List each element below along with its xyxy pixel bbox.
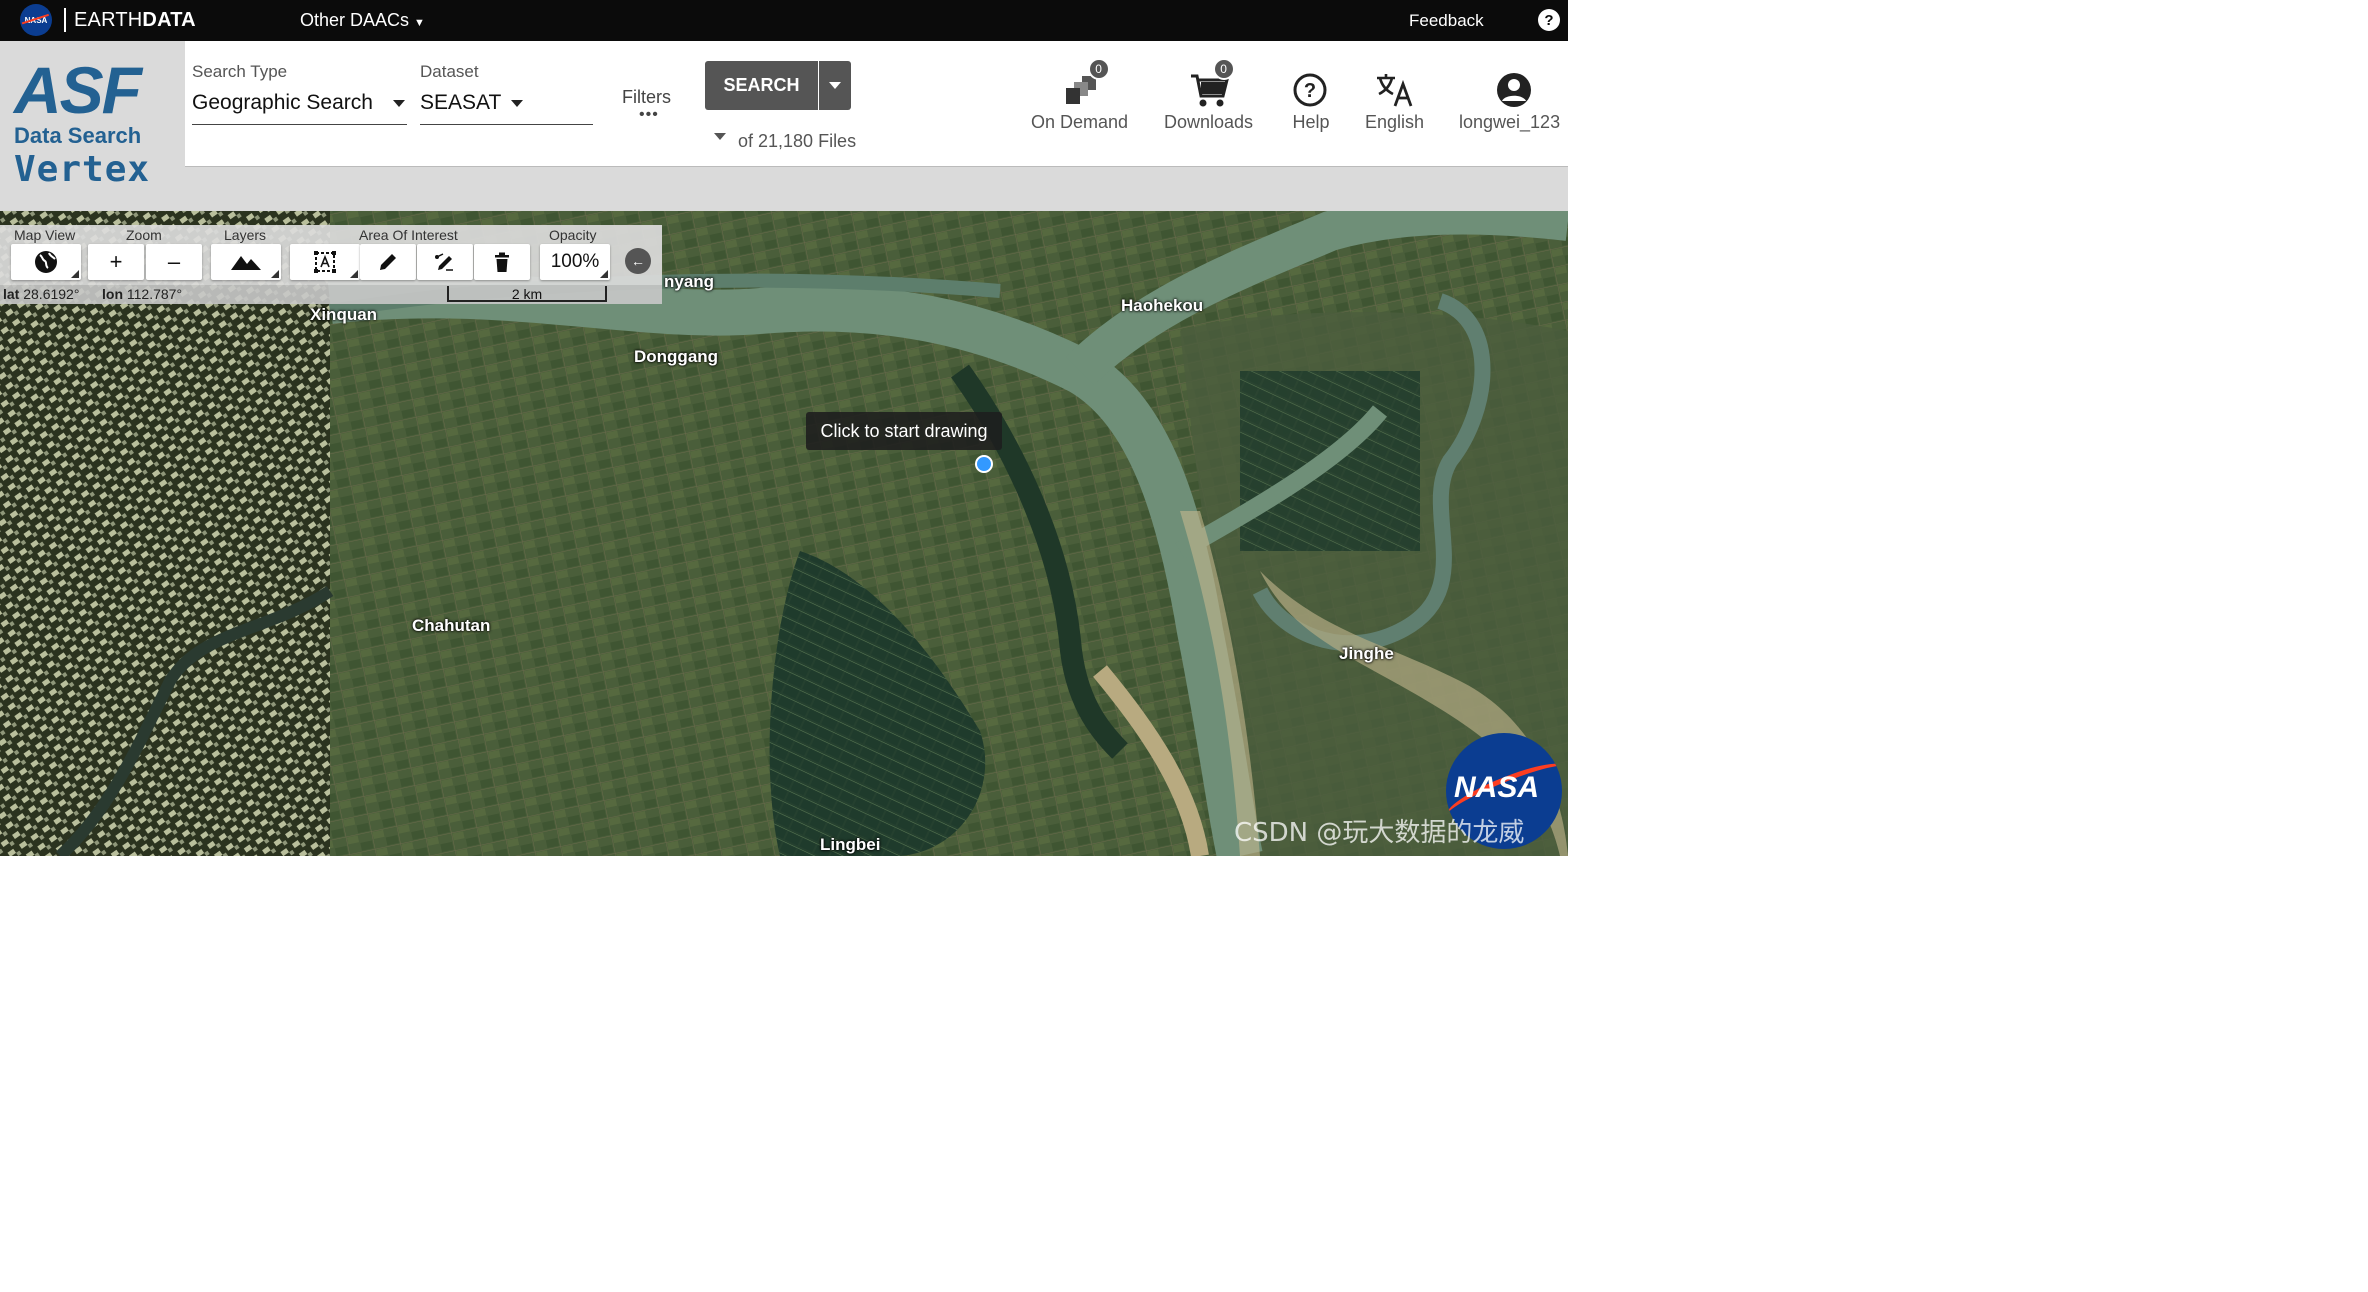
place-label: nyang xyxy=(664,272,715,291)
logo-data-search-text: Data Search xyxy=(14,123,142,148)
place-label: Donggang xyxy=(634,347,719,366)
place-label: Xinquan xyxy=(310,305,378,324)
layers-button[interactable] xyxy=(211,244,281,280)
collapse-toolbar-arrow-icon[interactable]: ← xyxy=(625,248,651,274)
downloads-badge: 0 xyxy=(1212,58,1235,80)
help-button[interactable]: ? Help xyxy=(1289,70,1333,133)
place-label: Lingbei xyxy=(820,835,881,854)
map-view-label: Map View xyxy=(14,227,76,243)
cart-icon: 0 xyxy=(1187,58,1235,110)
search-options-button[interactable] xyxy=(819,61,851,110)
edit-polygon-button[interactable] xyxy=(417,244,473,280)
drawing-tooltip: Click to start drawing xyxy=(806,412,1002,450)
caret-down-icon xyxy=(829,82,841,89)
language-button[interactable]: English xyxy=(1365,70,1424,133)
files-count: of 21,180 Files xyxy=(738,131,857,151)
search-type-label: Search Type xyxy=(192,62,288,81)
dataset-label: Dataset xyxy=(420,62,479,81)
satellite-map[interactable]: nyang Xinquan Donggang Haohekou Chahutan… xyxy=(0,211,1568,856)
files-expand-caret-icon[interactable] xyxy=(714,128,726,146)
filters-button[interactable]: Filters xyxy=(622,87,671,108)
clear-aoi-button[interactable] xyxy=(474,244,530,280)
on-demand-label: On Demand xyxy=(1031,112,1129,132)
place-label: Chahutan xyxy=(412,616,491,635)
scale-bar: 2 km xyxy=(447,286,607,302)
draw-box-button[interactable] xyxy=(290,244,360,280)
zoom-label: Zoom xyxy=(126,227,162,243)
help-label: Help xyxy=(1292,112,1330,132)
on-demand-icon: 0 xyxy=(1058,58,1110,110)
zoom-in-button[interactable]: + xyxy=(88,244,144,280)
pencil-icon xyxy=(380,254,396,270)
search-button[interactable]: SEARCH xyxy=(705,61,818,110)
map-view-button[interactable] xyxy=(11,244,81,280)
trash-icon xyxy=(495,252,509,272)
user-label: longwei_123 xyxy=(1459,112,1561,132)
mountains-icon xyxy=(231,256,261,270)
on-demand-button[interactable]: 0 On Demand xyxy=(1031,58,1129,133)
edit-shape-icon xyxy=(435,253,453,271)
underline xyxy=(192,124,407,125)
layers-label: Layers xyxy=(224,227,267,243)
language-label: English xyxy=(1365,112,1425,132)
place-label: Jinghe xyxy=(1339,644,1394,663)
help-circle-icon: ? xyxy=(1289,70,1333,110)
translate-icon xyxy=(1373,70,1417,110)
account-icon xyxy=(1488,70,1532,110)
globe-icon xyxy=(35,251,57,273)
logo-vertex-text: Vertex xyxy=(14,149,151,190)
earthdata-link[interactable]: EARTHDATA xyxy=(74,9,196,32)
caret-down-icon: ▼ xyxy=(414,17,425,29)
help-icon[interactable]: ? xyxy=(1538,9,1560,31)
zoom-out-button[interactable]: – xyxy=(146,244,202,280)
underline xyxy=(420,124,593,125)
opacity-button[interactable]: 100% xyxy=(540,244,610,280)
nasa-logo-icon[interactable]: NASA xyxy=(20,4,52,36)
feedback-link[interactable]: Feedback xyxy=(1409,11,1484,31)
caret-down-icon xyxy=(511,99,524,107)
svg-text:?: ? xyxy=(1304,80,1316,102)
dataset-select[interactable]: SEASAT xyxy=(420,91,524,115)
caret-down-icon xyxy=(392,99,405,107)
opacity-label: Opacity xyxy=(549,227,597,243)
asf-logo[interactable]: ASF Data Search Vertex xyxy=(0,41,185,211)
watermark: CSDN @玩大数据的龙威 xyxy=(1234,818,1525,848)
logo-asf-text: ASF xyxy=(14,53,142,127)
area-of-interest-label: Area Of Interest xyxy=(359,227,458,243)
bounding-box-icon xyxy=(314,251,336,273)
place-label: Haohekou xyxy=(1121,296,1204,315)
on-demand-badge: 0 xyxy=(1087,58,1110,80)
other-daacs-menu[interactable]: Other DAACs ▼ xyxy=(300,10,425,31)
more-dots-icon[interactable]: ••• xyxy=(639,106,659,124)
draw-cursor-point xyxy=(975,455,993,473)
user-menu-button[interactable]: longwei_123 xyxy=(1459,70,1560,133)
draw-polygon-button[interactable] xyxy=(360,244,416,280)
downloads-button[interactable]: 0 Downloads xyxy=(1164,58,1254,133)
divider xyxy=(64,8,66,32)
search-type-select[interactable]: Geographic Search xyxy=(192,91,405,115)
map-imagery xyxy=(0,211,1568,856)
downloads-label: Downloads xyxy=(1164,112,1254,132)
top-bar: NASA EARTHDATA Other DAACs ▼ Feedback ? xyxy=(0,0,1568,41)
